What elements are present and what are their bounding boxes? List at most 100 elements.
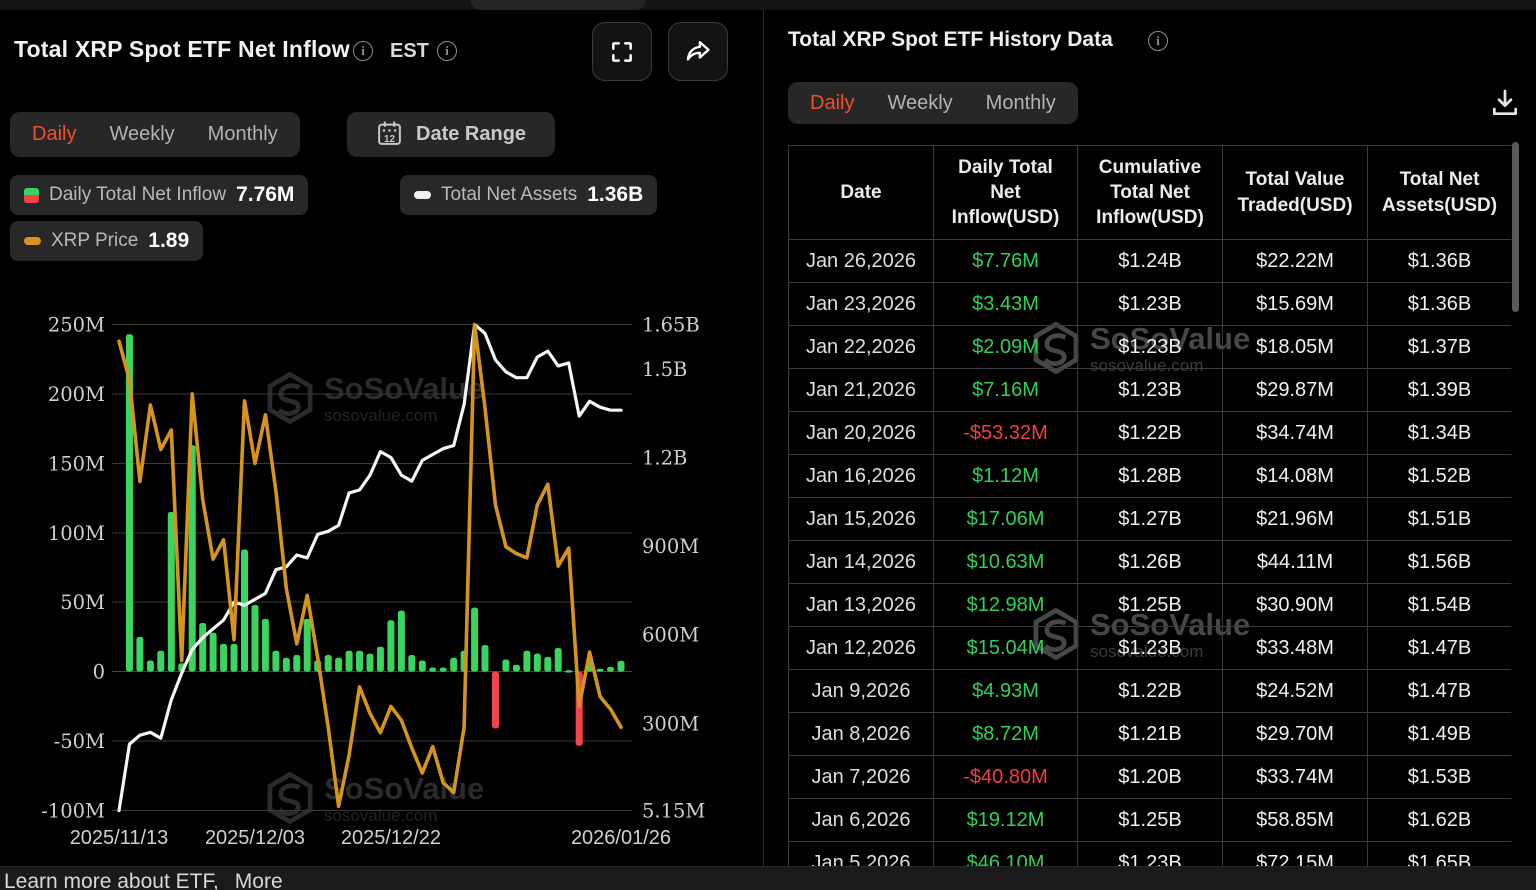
date-range-label: Date Range bbox=[416, 123, 526, 146]
cell-daily-net-inflow: $2.09M bbox=[934, 326, 1078, 369]
svg-text:0: 0 bbox=[93, 661, 105, 684]
tab-weekly[interactable]: Weekly bbox=[887, 92, 952, 115]
cell-date: Jan 6,2026 bbox=[789, 799, 934, 842]
cell-cumulative-inflow: $1.23B bbox=[1078, 627, 1223, 670]
table-row[interactable]: Jan 12,2026$15.04M$1.23B$33.48M$1.47B bbox=[789, 627, 1512, 670]
cell-cumulative-inflow: $1.28B bbox=[1078, 455, 1223, 498]
cell-date: Jan 16,2026 bbox=[789, 455, 934, 498]
cell-daily-net-inflow: -$53.32M bbox=[934, 412, 1078, 455]
cell-value-traded: $33.48M bbox=[1223, 627, 1368, 670]
tab-weekly[interactable]: Weekly bbox=[109, 123, 174, 146]
panel-divider bbox=[763, 10, 764, 866]
cell-value-traded: $15.69M bbox=[1223, 283, 1368, 326]
cell-net-assets: $1.36B bbox=[1368, 283, 1512, 326]
cell-daily-net-inflow: $15.04M bbox=[934, 627, 1078, 670]
svg-text:2025/12/03: 2025/12/03 bbox=[205, 827, 305, 849]
cell-date: Jan 5,2026 bbox=[789, 842, 934, 867]
footer-more-link[interactable]: More bbox=[235, 870, 283, 890]
cell-cumulative-inflow: $1.22B bbox=[1078, 670, 1223, 713]
tab-daily[interactable]: Daily bbox=[32, 123, 76, 146]
table-row[interactable]: Jan 5,2026$46.10M$1.23B$72.15M$1.65B bbox=[789, 842, 1512, 867]
svg-text:2026/01/26: 2026/01/26 bbox=[571, 827, 671, 849]
cell-net-assets: $1.51B bbox=[1368, 498, 1512, 541]
table-column-header[interactable]: Total Value Traded(USD) bbox=[1223, 146, 1368, 240]
cell-daily-net-inflow: $10.63M bbox=[934, 541, 1078, 584]
legend-total-net-assets[interactable]: Total Net Assets 1.36B bbox=[400, 175, 657, 215]
table-row[interactable]: Jan 16,2026$1.12M$1.28B$14.08M$1.52B bbox=[789, 455, 1512, 498]
svg-text:2025/11/13: 2025/11/13 bbox=[70, 827, 169, 849]
cell-daily-net-inflow: $12.98M bbox=[934, 584, 1078, 627]
cell-net-assets: $1.62B bbox=[1368, 799, 1512, 842]
history-table[interactable]: DateDaily Total Net Inflow(USD)Cumulativ… bbox=[788, 145, 1511, 866]
cell-daily-net-inflow: $1.12M bbox=[934, 455, 1078, 498]
svg-text:1.5B: 1.5B bbox=[642, 358, 687, 381]
cell-net-assets: $1.47B bbox=[1368, 627, 1512, 670]
svg-text:1.2B: 1.2B bbox=[642, 446, 687, 469]
table-row[interactable]: Jan 26,2026$7.76M$1.24B$22.22M$1.36B bbox=[789, 240, 1512, 283]
cell-cumulative-inflow: $1.27B bbox=[1078, 498, 1223, 541]
tab-daily[interactable]: Daily bbox=[810, 92, 854, 115]
chart-period-tabs: Daily Weekly Monthly bbox=[10, 112, 300, 157]
table-column-header[interactable]: Total Net Assets(USD) bbox=[1368, 146, 1512, 240]
info-icon[interactable]: i bbox=[353, 41, 373, 61]
cell-net-assets: $1.37B bbox=[1368, 326, 1512, 369]
cell-value-traded: $14.08M bbox=[1223, 455, 1368, 498]
assets-value: 1.36B bbox=[587, 183, 643, 207]
cell-cumulative-inflow: $1.22B bbox=[1078, 412, 1223, 455]
tab-monthly[interactable]: Monthly bbox=[986, 92, 1056, 115]
price-legend-icon bbox=[24, 237, 41, 245]
table-row[interactable]: Jan 21,2026$7.16M$1.23B$29.87M$1.39B bbox=[789, 369, 1512, 412]
share-button[interactable] bbox=[668, 22, 728, 81]
svg-text:250M: 250M bbox=[48, 314, 105, 337]
legend-xrp-price[interactable]: XRP Price 1.89 bbox=[10, 221, 203, 261]
cell-date: Jan 23,2026 bbox=[789, 283, 934, 326]
cell-value-traded: $22.22M bbox=[1223, 240, 1368, 283]
cell-daily-net-inflow: $7.76M bbox=[934, 240, 1078, 283]
table-row[interactable]: Jan 15,2026$17.06M$1.27B$21.96M$1.51B bbox=[789, 498, 1512, 541]
table-row[interactable]: Jan 23,2026$3.43M$1.23B$15.69M$1.36B bbox=[789, 283, 1512, 326]
tab-monthly[interactable]: Monthly bbox=[208, 123, 278, 146]
table-row[interactable]: Jan 8,2026$8.72M$1.21B$29.70M$1.49B bbox=[789, 713, 1512, 756]
table-row[interactable]: Jan 20,2026-$53.32M$1.22B$34.74M$1.34B bbox=[789, 412, 1512, 455]
history-data-title: Total XRP Spot ETF History Data bbox=[788, 28, 1113, 52]
cell-value-traded: $44.11M bbox=[1223, 541, 1368, 584]
table-column-header[interactable]: Daily Total Net Inflow(USD) bbox=[934, 146, 1078, 240]
table-row[interactable]: Jan 9,2026$4.93M$1.22B$24.52M$1.47B bbox=[789, 670, 1512, 713]
svg-text:200M: 200M bbox=[48, 383, 105, 406]
table-row[interactable]: Jan 14,2026$10.63M$1.26B$44.11M$1.56B bbox=[789, 541, 1512, 584]
cell-value-traded: $18.05M bbox=[1223, 326, 1368, 369]
inflow-value: 7.76M bbox=[236, 183, 294, 207]
cell-daily-net-inflow: -$40.80M bbox=[934, 756, 1078, 799]
svg-text:2025/12/22: 2025/12/22 bbox=[341, 827, 441, 849]
info-icon[interactable]: i bbox=[437, 41, 457, 61]
cell-cumulative-inflow: $1.23B bbox=[1078, 842, 1223, 867]
footer-bar: Learn more about ETF,More bbox=[0, 866, 1536, 890]
table-row[interactable]: Jan 7,2026-$40.80M$1.20B$33.74M$1.53B bbox=[789, 756, 1512, 799]
table-row[interactable]: Jan 22,2026$2.09M$1.23B$18.05M$1.37B bbox=[789, 326, 1512, 369]
cell-net-assets: $1.56B bbox=[1368, 541, 1512, 584]
cell-value-traded: $30.90M bbox=[1223, 584, 1368, 627]
cell-daily-net-inflow: $3.43M bbox=[934, 283, 1078, 326]
top-bar bbox=[0, 0, 1536, 10]
share-icon bbox=[684, 38, 712, 66]
fullscreen-button[interactable] bbox=[592, 22, 652, 81]
cell-net-assets: $1.39B bbox=[1368, 369, 1512, 412]
net-inflow-chart[interactable]: 250M200M150M100M50M0-50M-100M1.65B1.5B1.… bbox=[0, 280, 763, 866]
cell-date: Jan 26,2026 bbox=[789, 240, 934, 283]
svg-text:900M: 900M bbox=[642, 535, 699, 558]
table-column-header[interactable]: Date bbox=[789, 146, 934, 240]
table-row[interactable]: Jan 6,2026$19.12M$1.25B$58.85M$1.62B bbox=[789, 799, 1512, 842]
legend-daily-net-inflow[interactable]: Daily Total Net Inflow 7.76M bbox=[10, 175, 308, 215]
table-row[interactable]: Jan 13,2026$12.98M$1.25B$30.90M$1.54B bbox=[789, 584, 1512, 627]
cell-value-traded: $72.15M bbox=[1223, 842, 1368, 867]
cell-daily-net-inflow: $4.93M bbox=[934, 670, 1078, 713]
table-column-header[interactable]: Cumulative Total Net Inflow(USD) bbox=[1078, 146, 1223, 240]
cell-cumulative-inflow: $1.23B bbox=[1078, 326, 1223, 369]
svg-text:-100M: -100M bbox=[41, 800, 105, 823]
info-icon[interactable]: i bbox=[1148, 31, 1168, 51]
download-button[interactable] bbox=[1487, 86, 1523, 122]
table-scrollbar[interactable] bbox=[1512, 142, 1519, 312]
cell-cumulative-inflow: $1.20B bbox=[1078, 756, 1223, 799]
cell-value-traded: $29.70M bbox=[1223, 713, 1368, 756]
date-range-button[interactable]: 12 Date Range bbox=[347, 112, 555, 157]
